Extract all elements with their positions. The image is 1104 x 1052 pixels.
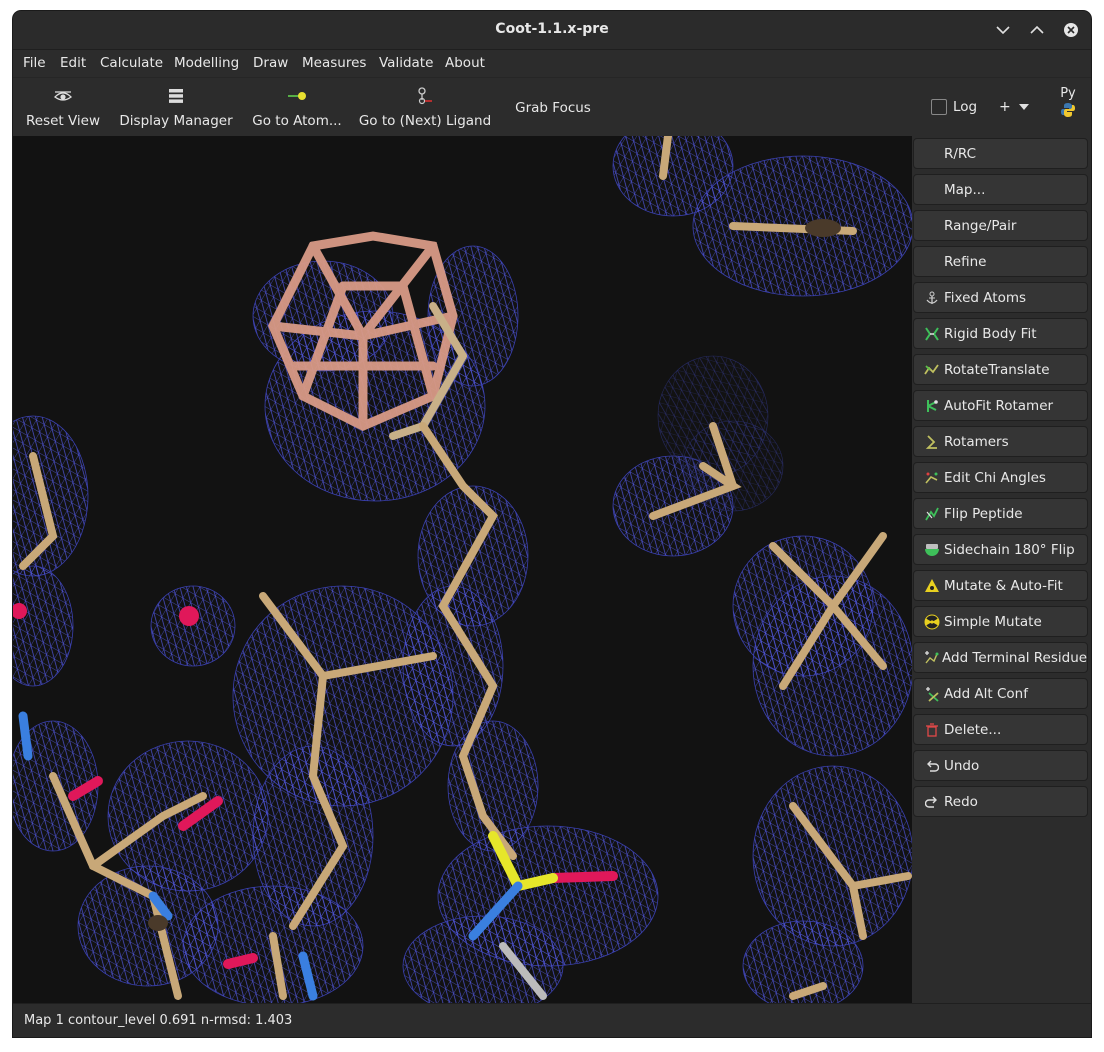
close-button[interactable] [1061, 20, 1081, 40]
simple-mutate-icon [923, 613, 941, 631]
undo-button[interactable]: Undo [913, 750, 1088, 781]
menu-draw[interactable]: Draw [253, 55, 288, 71]
reset-view-label: Reset View [25, 113, 101, 129]
status-text: Map 1 contour_level 0.691 n-rmsd: 1.403 [24, 1013, 293, 1028]
window-title: Coot-1.1.x-pre [495, 21, 609, 37]
simple-mutate-button[interactable]: Simple Mutate [913, 606, 1088, 637]
app-window: Coot-1.1.x-pre File Edit Calculate Model… [13, 11, 1091, 1037]
ligand-icon [416, 84, 434, 108]
r-rc-button[interactable]: R/RC [913, 138, 1088, 169]
redo-icon [923, 793, 941, 811]
mutate-autofit-button[interactable]: Mutate & Auto-Fit [913, 570, 1088, 601]
minimize-button[interactable] [993, 20, 1013, 40]
range-pair-button[interactable]: Range/Pair [913, 210, 1088, 241]
water-oxygen [179, 606, 199, 626]
plus-label: + [999, 99, 1011, 115]
add-menu-button[interactable]: + [999, 99, 1029, 115]
toolbar: Reset View Display Manager Go to Atom...… [13, 77, 1091, 136]
chevron-up-icon [1030, 25, 1044, 34]
autofit-rotamer-button[interactable]: AutoFit Rotamer [913, 390, 1088, 421]
dropdown-arrow-icon [1018, 104, 1029, 110]
go-to-ligand-label: Go to (Next) Ligand [358, 113, 492, 129]
menu-calculate[interactable]: Calculate [100, 55, 163, 71]
grab-focus-label: Grab Focus [515, 100, 591, 116]
status-bar: Map 1 contour_level 0.691 n-rmsd: 1.403 [13, 1003, 1091, 1037]
python-icon [1061, 103, 1075, 117]
flip-peptide-icon [923, 505, 941, 523]
menu-modelling[interactable]: Modelling [174, 55, 239, 71]
rotate-translate-icon [923, 361, 941, 379]
trash-icon [923, 721, 941, 739]
sidechain-flip-icon [923, 541, 941, 559]
map-button[interactable]: Map... [913, 174, 1088, 205]
python-button[interactable]: Py [1056, 86, 1080, 122]
display-manager-button[interactable]: Display Manager [119, 78, 233, 136]
undo-icon [923, 757, 941, 775]
add-terminal-residue-icon [923, 649, 939, 667]
refine-button[interactable]: Refine [913, 246, 1088, 277]
menu-file[interactable]: File [23, 55, 46, 71]
layers-icon [168, 84, 184, 108]
dark-atom-2 [148, 915, 168, 931]
edit-chi-angles-icon [923, 469, 941, 487]
sidechain-flip-button[interactable]: Sidechain 180° Flip [913, 534, 1088, 565]
eye-icon [54, 84, 72, 108]
edit-chi-angles-button[interactable]: Edit Chi Angles [913, 462, 1088, 493]
add-terminal-residue-button[interactable]: Add Terminal Residue [913, 642, 1088, 673]
menu-validate[interactable]: Validate [379, 55, 433, 71]
log-label: Log [953, 99, 978, 115]
add-alt-conf-button[interactable]: Add Alt Conf [913, 678, 1088, 709]
flip-peptide-button[interactable]: Flip Peptide [913, 498, 1088, 529]
rotate-translate-button[interactable]: RotateTranslate [913, 354, 1088, 385]
menu-bar: File Edit Calculate Modelling Draw Measu… [13, 50, 1091, 77]
anchor-icon [923, 289, 941, 307]
menu-edit[interactable]: Edit [60, 55, 86, 71]
rigid-body-fit-icon [923, 325, 941, 343]
autofit-rotamer-icon [923, 397, 941, 415]
menu-measures[interactable]: Measures [302, 55, 366, 71]
py-label: Py [1060, 86, 1076, 101]
grab-focus-button[interactable]: Grab Focus [511, 78, 595, 136]
molecule-canvas [13, 136, 912, 1003]
go-to-atom-button[interactable]: Go to Atom... [252, 78, 342, 136]
reset-view-button[interactable]: Reset View [25, 78, 101, 136]
modelling-toolbar: R/RC Map... Range/Pair Refine Fixed Atom… [912, 136, 1091, 1003]
dark-atom [805, 219, 841, 237]
maximize-button[interactable] [1027, 20, 1047, 40]
rotamers-button[interactable]: Rotamers [913, 426, 1088, 457]
log-checkbox[interactable] [931, 99, 947, 115]
rotamers-icon [923, 433, 941, 451]
go-to-ligand-button[interactable]: Go to (Next) Ligand [359, 78, 491, 136]
close-icon [1064, 23, 1078, 37]
menu-about[interactable]: About [445, 55, 485, 71]
mutate-autofit-icon [923, 577, 941, 595]
graphics-viewport[interactable] [13, 136, 912, 1003]
title-bar: Coot-1.1.x-pre [13, 11, 1091, 50]
log-toggle[interactable]: Log [931, 99, 977, 115]
add-alt-conf-icon [923, 685, 941, 703]
display-manager-label: Display Manager [119, 113, 233, 129]
fixed-atoms-button[interactable]: Fixed Atoms [913, 282, 1088, 313]
rigid-body-fit-button[interactable]: Rigid Body Fit [913, 318, 1088, 349]
redo-button[interactable]: Redo [913, 786, 1088, 817]
chevron-down-icon [996, 26, 1010, 35]
delete-button[interactable]: Delete... [913, 714, 1088, 745]
go-to-atom-label: Go to Atom... [252, 113, 342, 129]
atom-pointer-icon [287, 84, 307, 108]
